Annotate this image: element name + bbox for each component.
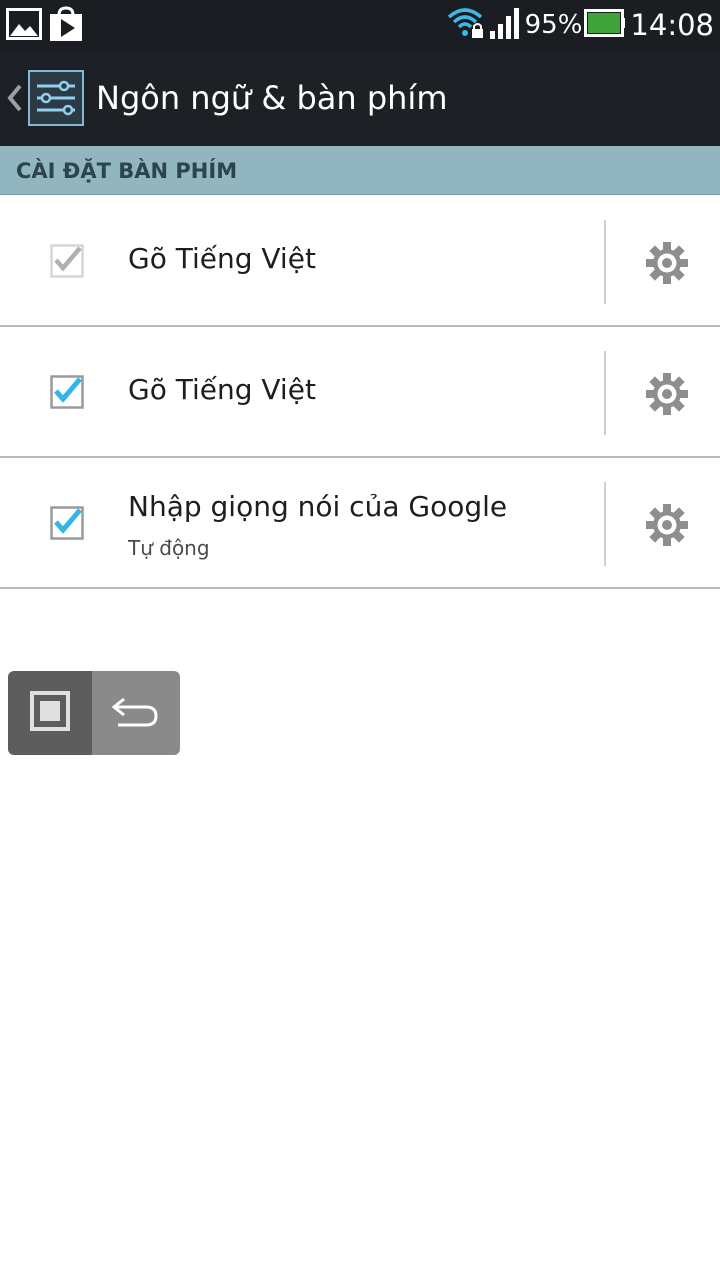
section-header-label: CÀI ĐẶT BÀN PHÍM [16, 159, 238, 183]
system-icons: 95% 14:08 [447, 0, 720, 50]
divider [604, 351, 606, 435]
list-item-title: Gõ Tiếng Việt [128, 242, 316, 275]
checkbox-checked[interactable] [50, 375, 84, 409]
battery-icon [584, 7, 626, 43]
list-item-title: Nhập giọng nói của Google [128, 490, 508, 523]
back-button[interactable] [92, 671, 180, 755]
settings-sliders-icon[interactable] [28, 70, 84, 126]
wifi-lock-icon [447, 5, 487, 45]
list-item-title: Gõ Tiếng Việt [128, 373, 316, 406]
square-home-icon [30, 691, 70, 735]
floating-nav-bar [8, 671, 180, 755]
home-button[interactable] [8, 671, 92, 755]
play-store-icon [48, 6, 84, 46]
list-item-summary: Tự động [128, 536, 210, 560]
page-title: Ngôn ngữ & bàn phím [96, 79, 448, 117]
section-header: CÀI ĐẶT BÀN PHÍM [0, 146, 720, 195]
checkbox-checked[interactable] [50, 506, 84, 540]
clock: 14:08 [630, 8, 714, 42]
gear-icon[interactable] [646, 504, 688, 546]
action-bar: Ngôn ngữ & bàn phím [0, 50, 720, 146]
keyboard-settings-list: Gõ Tiếng Việt Gõ Tiếng Việt Nhập giọng n… [0, 196, 720, 589]
list-item-keyboard-2[interactable]: Gõ Tiếng Việt [0, 327, 720, 458]
gear-icon[interactable] [646, 242, 688, 284]
divider [604, 482, 606, 566]
list-item-keyboard-1[interactable]: Gõ Tiếng Việt [0, 196, 720, 327]
signal-icon [489, 5, 521, 45]
up-navigation-chevron-icon[interactable] [4, 78, 26, 118]
gear-icon[interactable] [646, 373, 688, 415]
battery-percent: 95% [524, 10, 583, 40]
divider [604, 220, 606, 304]
notification-icons [6, 6, 84, 46]
checkbox-disabled[interactable] [50, 244, 84, 278]
back-arrow-icon [110, 691, 162, 735]
gallery-icon [6, 6, 42, 46]
list-item-keyboard-3[interactable]: Nhập giọng nói của Google Tự động [0, 458, 720, 589]
status-bar: 95% 14:08 [0, 0, 720, 50]
